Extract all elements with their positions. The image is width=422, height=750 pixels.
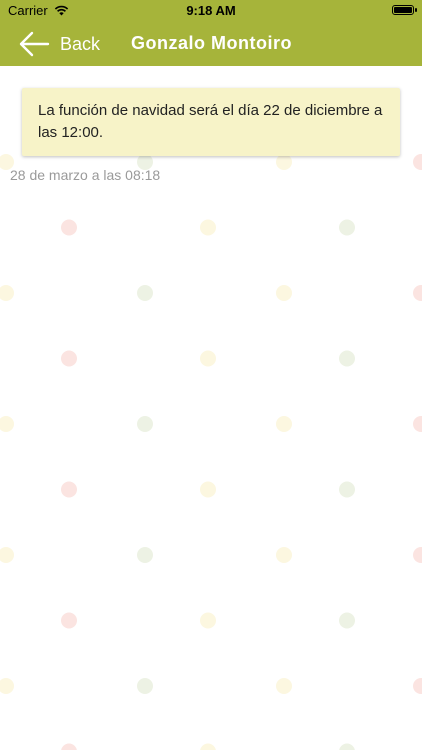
navigation-bar: Back Gonzalo Montoiro [0, 22, 422, 66]
background-dot [276, 285, 292, 301]
background-dot [276, 416, 292, 432]
background-dot [413, 547, 422, 563]
background-dot [200, 481, 216, 498]
background-dot [61, 612, 77, 629]
background-dot [339, 743, 355, 750]
back-button[interactable]: Back [18, 28, 100, 60]
background-dot [61, 219, 77, 236]
background-dot [0, 547, 14, 563]
background-dot [276, 547, 292, 563]
background-dot [61, 481, 77, 498]
background-dot [0, 416, 14, 432]
background-dot [339, 350, 355, 367]
background-dot [137, 547, 153, 563]
background-dot [0, 678, 14, 694]
battery-level [394, 7, 412, 13]
page-title: Gonzalo Montoiro [131, 33, 292, 53]
status-bar: Carrier 9:18 AM [0, 0, 422, 22]
background-dot [276, 678, 292, 694]
background-dot [137, 678, 153, 694]
background-dot [339, 612, 355, 629]
background-dot [413, 285, 422, 301]
background-dot [200, 612, 216, 629]
background-dot [137, 285, 153, 301]
background-dot [413, 678, 422, 694]
message-bubble: La función de navidad será el día 22 de … [22, 88, 400, 156]
battery-icon [392, 5, 417, 15]
background-dot [339, 219, 355, 236]
arrow-left-icon [19, 31, 50, 57]
message-timestamp: 28 de marzo a las 08:18 [10, 167, 161, 183]
background-dot [413, 154, 422, 170]
chat-content: La función de navidad será el día 22 de … [0, 66, 422, 750]
background-dot [137, 416, 153, 432]
background-dot [200, 350, 216, 367]
background-dot [61, 743, 77, 750]
back-label: Back [60, 33, 101, 54]
background-dot [61, 350, 77, 367]
background-dot [0, 285, 14, 301]
background-dot [200, 219, 216, 236]
background-dot [200, 743, 216, 750]
background-dot [413, 416, 422, 432]
background-dot [276, 154, 292, 170]
status-time: 9:18 AM [186, 3, 236, 18]
background-dot [339, 481, 355, 498]
